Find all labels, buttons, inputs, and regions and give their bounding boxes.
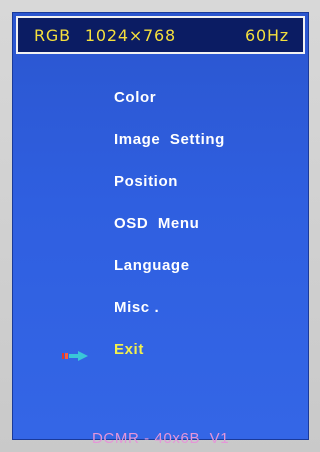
signal-resolution: 1024×768 xyxy=(84,25,176,45)
menu-item-language[interactable]: Language xyxy=(114,244,304,286)
menu-item-exit[interactable]: Exit xyxy=(114,328,304,370)
menu-item-color[interactable]: Color xyxy=(114,76,304,118)
monitor-frame: RGB 1024×768 60Hz Color Image Setting Po… xyxy=(0,0,320,452)
arrow-right-icon xyxy=(62,351,88,361)
signal-refresh-rate: 60Hz xyxy=(245,25,289,45)
signal-status-bar: RGB 1024×768 60Hz xyxy=(16,16,305,54)
osd-main-menu: Color Image Setting Position OSD Menu La… xyxy=(114,76,304,370)
menu-item-position[interactable]: Position xyxy=(114,160,304,202)
menu-item-osd-menu[interactable]: OSD Menu xyxy=(114,202,304,244)
menu-item-misc[interactable]: Misc . xyxy=(114,286,304,328)
menu-item-image-setting[interactable]: Image Setting xyxy=(114,118,304,160)
signal-source: RGB xyxy=(34,25,71,45)
signal-info: RGB 1024×768 xyxy=(34,26,176,45)
firmware-version: DCMR - 40x6B V1 xyxy=(92,430,230,447)
osd-panel: RGB 1024×768 60Hz Color Image Setting Po… xyxy=(12,12,309,447)
